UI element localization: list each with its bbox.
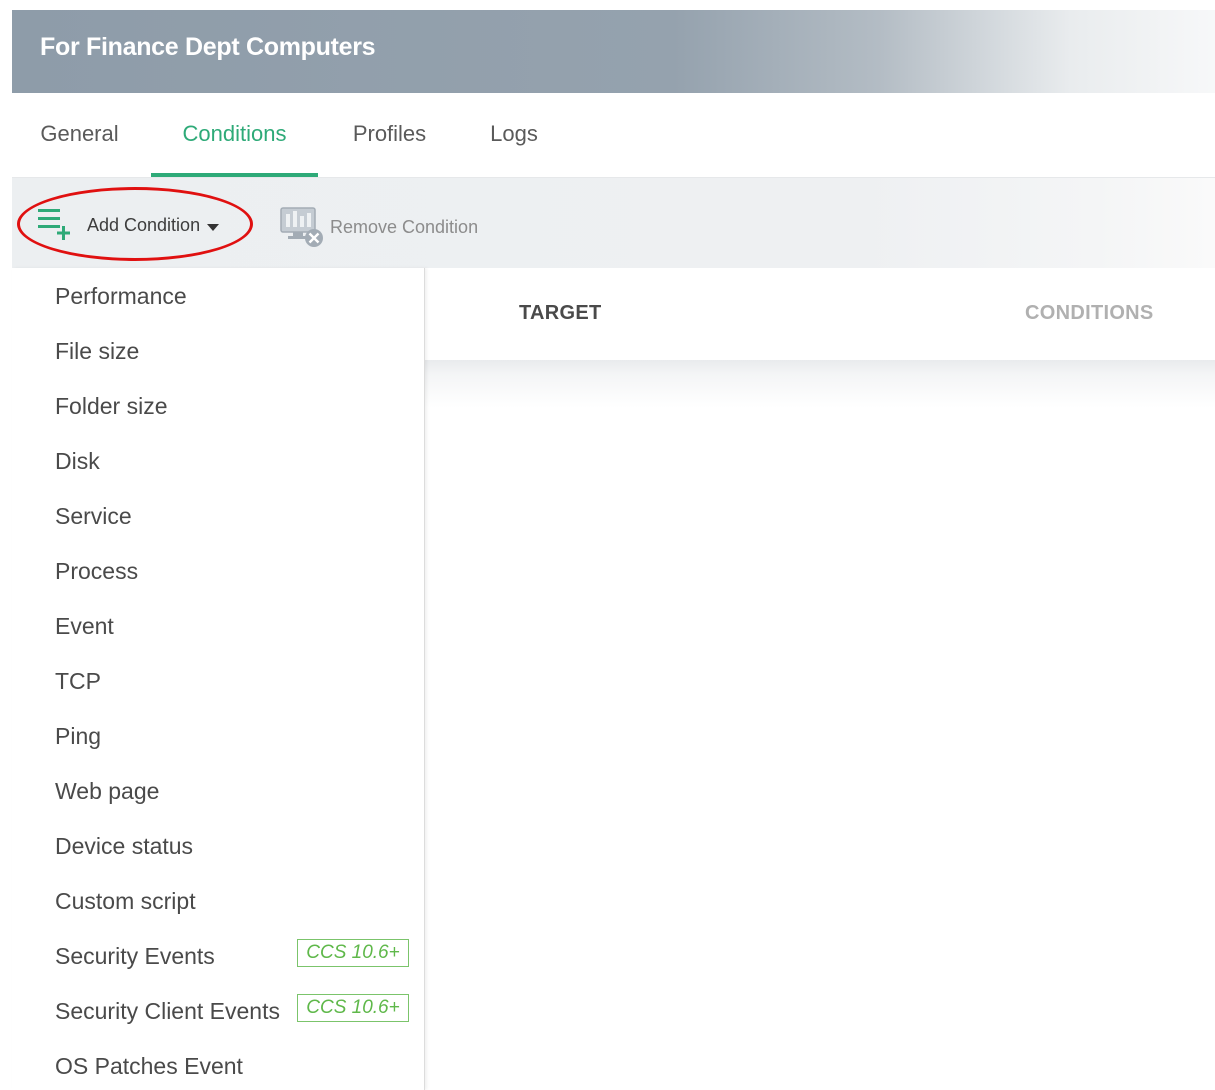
tab-conditions[interactable]: Conditions [151, 93, 318, 177]
menu-item-web-page[interactable]: Web page [55, 771, 159, 811]
version-badge: CCS 10.6+ [297, 994, 409, 1022]
monitor-remove-icon [278, 205, 326, 249]
remove-condition-button[interactable]: Remove Condition [278, 205, 478, 249]
add-condition-menu: Performance File size Folder size Disk S… [12, 268, 425, 1090]
table-divider [425, 360, 1215, 408]
list-add-icon [36, 206, 76, 244]
tab-logs[interactable]: Logs [474, 93, 554, 177]
menu-item-os-patches-event[interactable]: OS Patches Event [55, 1046, 243, 1086]
menu-item-device-status[interactable]: Device status [55, 826, 193, 866]
page-title: For Finance Dept Computers [40, 33, 376, 61]
page-edge [0, 0, 12, 420]
version-badge: CCS 10.6+ [297, 939, 409, 967]
add-condition-button[interactable]: Add Condition [36, 206, 220, 244]
toolbar: Add Condition Remove Condition [12, 178, 1215, 268]
tab-bar: General Conditions Profiles Logs [12, 93, 1215, 178]
menu-item-disk[interactable]: Disk [55, 441, 100, 481]
menu-item-performance[interactable]: Performance [55, 276, 187, 316]
menu-item-security-events[interactable]: Security Events [55, 936, 215, 976]
menu-item-process[interactable]: Process [55, 551, 138, 591]
menu-item-service[interactable]: Service [55, 496, 132, 536]
menu-item-custom-script[interactable]: Custom script [55, 881, 196, 921]
tab-profiles[interactable]: Profiles [338, 93, 441, 177]
column-conditions[interactable]: CONDITIONS [1025, 302, 1154, 325]
add-condition-label: Add Condition [87, 214, 201, 235]
menu-item-security-client-events[interactable]: Security Client Events [55, 991, 280, 1031]
column-target[interactable]: TARGET [519, 302, 602, 325]
menu-item-event[interactable]: Event [55, 606, 114, 646]
menu-item-folder-size[interactable]: Folder size [55, 386, 167, 426]
table-header: TARGET CONDITIONS [425, 268, 1215, 360]
caret-down-icon [207, 223, 220, 231]
menu-item-ping[interactable]: Ping [55, 716, 101, 756]
menu-item-file-size[interactable]: File size [55, 331, 139, 371]
menu-item-tcp[interactable]: TCP [55, 661, 101, 701]
remove-condition-label: Remove Condition [330, 216, 479, 237]
page-header: For Finance Dept Computers [12, 10, 1215, 93]
tab-general[interactable]: General [28, 93, 131, 177]
